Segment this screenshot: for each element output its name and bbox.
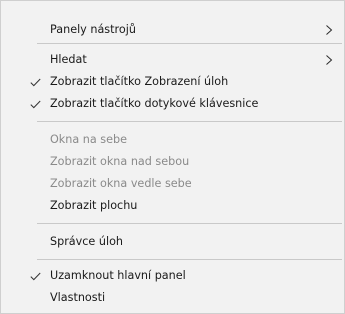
menu-item-label: Zobrazit okna nad sebou: [50, 155, 190, 168]
menu-item-label: Správce úloh: [50, 235, 124, 248]
checkmark-icon: [28, 71, 42, 93]
chevron-right-icon: [323, 49, 335, 71]
menu-item-side-by-side-windows[interactable]: Zobrazit okna vedle sebe: [2, 173, 343, 195]
menu-item-lock-taskbar[interactable]: Uzamknout hlavní panel: [2, 265, 343, 287]
menu-item-toolbars[interactable]: Panely nástrojů: [2, 19, 343, 41]
checkmark-icon: [28, 265, 42, 287]
menu-item-label: Okna na sebe: [50, 133, 127, 146]
menu-item-stack-windows[interactable]: Zobrazit okna nad sebou: [2, 151, 343, 173]
menu-item-label: Panely nástrojů: [50, 23, 136, 36]
menu-separator: [37, 259, 342, 260]
chevron-right-icon: [323, 19, 335, 41]
menu-item-label: Zobrazit plochu: [50, 199, 138, 212]
menu-item-task-manager[interactable]: Správce úloh: [2, 231, 343, 253]
menu-item-cascade-windows[interactable]: Okna na sebe: [2, 129, 343, 151]
menu-item-show-desktop[interactable]: Zobrazit plochu: [2, 195, 343, 217]
menu-separator: [37, 121, 342, 122]
menu-item-properties[interactable]: Vlastnosti: [2, 287, 343, 309]
taskbar-context-menu: Panely nástrojů Hledat Zobrazit tlačítko…: [0, 0, 345, 314]
menu-item-label: Uzamknout hlavní panel: [50, 269, 186, 282]
checkmark-icon: [28, 93, 42, 115]
menu-item-label: Vlastnosti: [50, 291, 106, 304]
menu-item-show-task-view-button[interactable]: Zobrazit tlačítko Zobrazení úloh: [2, 71, 343, 93]
menu-separator: [37, 43, 342, 44]
menu-separator: [37, 223, 342, 224]
menu-item-search[interactable]: Hledat: [2, 49, 343, 71]
menu-item-label: Zobrazit okna vedle sebe: [50, 177, 192, 190]
menu-item-label: Hledat: [50, 53, 87, 66]
menu-item-label: Zobrazit tlačítko Zobrazení úloh: [50, 75, 229, 88]
menu-item-label: Zobrazit tlačítko dotykové klávesnice: [50, 97, 259, 110]
menu-item-show-touch-keyboard-button[interactable]: Zobrazit tlačítko dotykové klávesnice: [2, 93, 343, 115]
